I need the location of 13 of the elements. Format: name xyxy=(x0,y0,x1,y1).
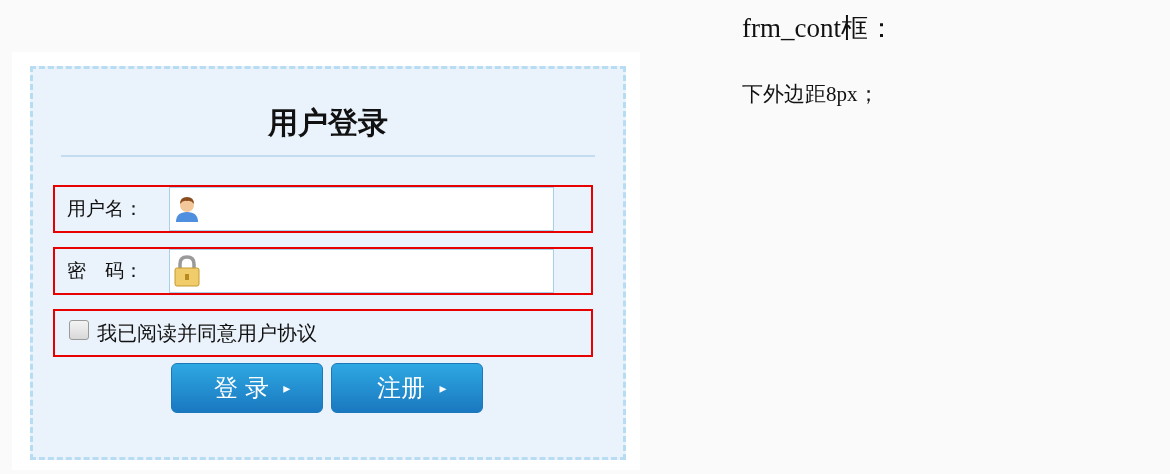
form-title: 用户登录 xyxy=(267,105,389,141)
agreement-label: 我已阅读并同意用户协议 xyxy=(97,319,317,347)
note-heading: frm_cont框： xyxy=(742,12,895,45)
register-button[interactable]: 注册 ▸ xyxy=(331,363,483,413)
note-text: 下外边距8px； xyxy=(742,81,880,109)
padlock-icon xyxy=(173,254,201,288)
login-button[interactable]: 登 录 ▸ xyxy=(171,363,323,413)
field-label: 密 码： xyxy=(67,258,144,283)
agreement-checkbox[interactable] xyxy=(69,320,89,340)
username-field[interactable] xyxy=(169,187,554,231)
field-label: 用户名： xyxy=(67,196,144,221)
user-icon xyxy=(173,194,201,224)
password-field[interactable] xyxy=(169,249,554,293)
